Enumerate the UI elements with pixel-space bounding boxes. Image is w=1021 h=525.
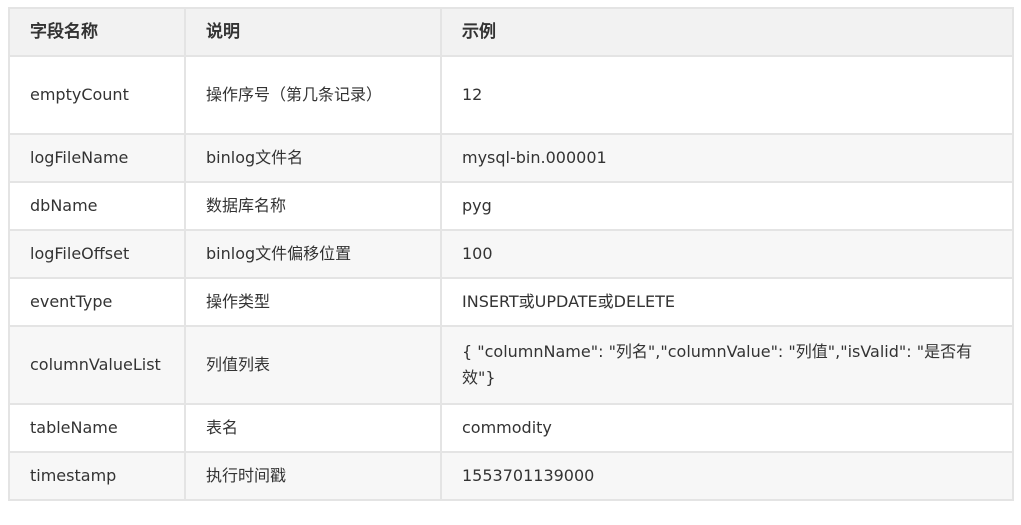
example-cell: INSERT或UPDATE或DELETE [440,277,1014,327]
description-cell: 列值列表 [184,325,442,405]
example-cell: commodity [440,403,1014,453]
table-row: emptyCount 操作序号（第几条记录） 12 [8,55,1014,135]
example-cell: 100 [440,229,1014,279]
table-row: eventType 操作类型 INSERT或UPDATE或DELETE [8,277,1014,327]
example-cell: pyg [440,181,1014,231]
field-name-cell: eventType [8,277,186,327]
example-cell: 1553701139000 [440,451,1014,501]
table-row: tableName 表名 commodity [8,403,1014,453]
table-row: dbName 数据库名称 pyg [8,181,1014,231]
description-cell: binlog文件偏移位置 [184,229,442,279]
example-cell: { "columnName": "列名","columnValue": "列值"… [440,325,1014,405]
column-header-field-name: 字段名称 [8,7,186,57]
table-header-row: 字段名称 说明 示例 [8,7,1014,57]
column-header-example: 示例 [440,7,1014,57]
column-header-description: 说明 [184,7,442,57]
table-row: timestamp 执行时间戳 1553701139000 [8,451,1014,501]
description-cell: 表名 [184,403,442,453]
field-name-cell: columnValueList [8,325,186,405]
field-name-cell: emptyCount [8,55,186,135]
description-cell: 数据库名称 [184,181,442,231]
field-name-cell: dbName [8,181,186,231]
table-row: columnValueList 列值列表 { "columnName": "列名… [8,325,1014,405]
description-cell: binlog文件名 [184,133,442,183]
table-row: logFileName binlog文件名 mysql-bin.000001 [8,133,1014,183]
description-cell: 操作类型 [184,277,442,327]
field-description-table: 字段名称 说明 示例 emptyCount 操作序号（第几条记录） 12 log… [8,7,1014,501]
example-cell: 12 [440,55,1014,135]
table-row: logFileOffset binlog文件偏移位置 100 [8,229,1014,279]
field-name-cell: logFileName [8,133,186,183]
field-name-cell: tableName [8,403,186,453]
field-name-cell: logFileOffset [8,229,186,279]
field-description-table-container: 字段名称 说明 示例 emptyCount 操作序号（第几条记录） 12 log… [8,7,1014,501]
field-name-cell: timestamp [8,451,186,501]
description-cell: 执行时间戳 [184,451,442,501]
example-cell: mysql-bin.000001 [440,133,1014,183]
description-cell: 操作序号（第几条记录） [184,55,442,135]
